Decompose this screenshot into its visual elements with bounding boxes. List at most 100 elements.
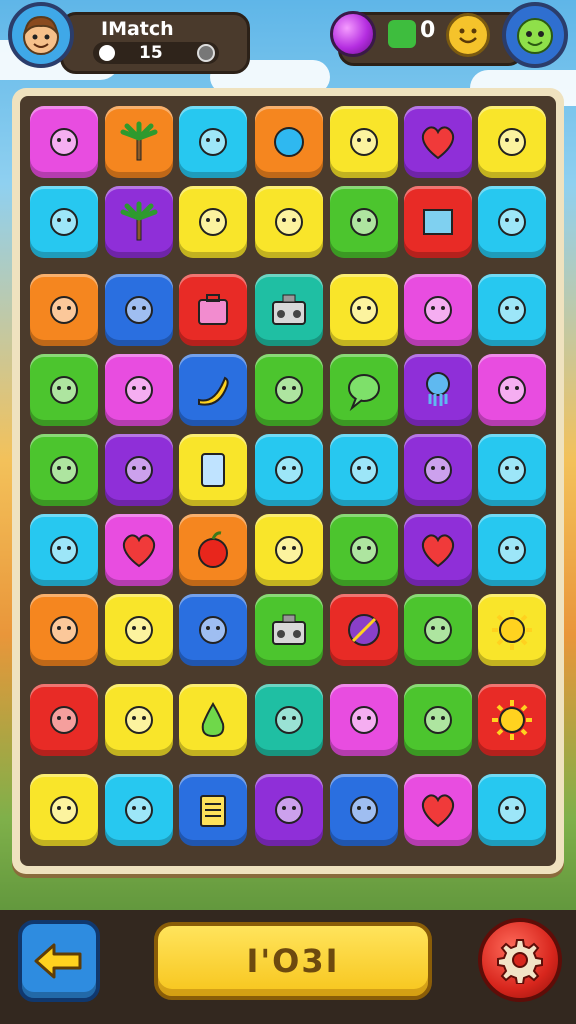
tile[interactable]	[30, 274, 98, 346]
tile[interactable]	[478, 274, 546, 346]
tile[interactable]	[30, 594, 98, 666]
tile[interactable]	[255, 514, 323, 586]
tile[interactable]	[255, 684, 323, 756]
tile[interactable]	[404, 434, 472, 506]
tile[interactable]	[179, 186, 247, 258]
explorer-icon	[125, 616, 153, 644]
bandage-icon	[350, 706, 378, 734]
tile[interactable]	[30, 186, 98, 258]
tile[interactable]	[105, 594, 173, 666]
tile[interactable]	[105, 684, 173, 756]
opponent-avatar[interactable]	[502, 2, 568, 68]
tile[interactable]	[105, 774, 173, 846]
tile[interactable]	[330, 354, 398, 426]
radio-icon	[272, 614, 306, 645]
tile[interactable]	[404, 354, 472, 426]
heart-icon	[421, 534, 455, 568]
tile[interactable]	[330, 434, 398, 506]
tile[interactable]	[179, 514, 247, 586]
box-icon	[198, 294, 228, 325]
ball-icon	[348, 614, 380, 646]
player-avatar[interactable]	[8, 2, 74, 68]
sprout-icon	[350, 128, 378, 156]
tile[interactable]	[105, 354, 173, 426]
wand-icon	[350, 536, 378, 564]
arrow-left-icon	[34, 943, 82, 979]
tile[interactable]	[255, 594, 323, 666]
settings-button[interactable]	[478, 918, 562, 1002]
splat-icon	[50, 296, 78, 324]
player-name: IMatch	[101, 18, 174, 40]
tile[interactable]	[330, 106, 398, 178]
tile[interactable]	[404, 106, 472, 178]
tile[interactable]	[255, 106, 323, 178]
back-button[interactable]	[18, 920, 100, 1002]
tile[interactable]	[30, 106, 98, 178]
brush-icon	[50, 536, 78, 564]
tile[interactable]	[478, 514, 546, 586]
alien-face-icon	[517, 18, 553, 54]
tile[interactable]	[105, 186, 173, 258]
parachute-icon	[275, 208, 303, 236]
tile[interactable]	[30, 774, 98, 846]
tile[interactable]	[478, 354, 546, 426]
player-panel: IMatch 15	[60, 12, 250, 74]
tile[interactable]	[30, 514, 98, 586]
gear-flower-icon	[498, 796, 526, 824]
tile[interactable]	[404, 514, 472, 586]
pear-icon	[201, 702, 225, 738]
dolphin-icon	[275, 456, 303, 484]
tile[interactable]	[255, 274, 323, 346]
game-board	[12, 88, 564, 874]
tile[interactable]	[330, 514, 398, 586]
tile[interactable]	[404, 594, 472, 666]
tile[interactable]	[255, 354, 323, 426]
tile[interactable]	[179, 684, 247, 756]
tile[interactable]	[179, 354, 247, 426]
tile[interactable]	[478, 106, 546, 178]
tile[interactable]	[105, 434, 173, 506]
tile[interactable]	[255, 774, 323, 846]
picture-icon	[125, 376, 153, 404]
play-button[interactable]: I'O3I	[154, 922, 432, 1000]
tile[interactable]	[404, 274, 472, 346]
tile[interactable]	[478, 594, 546, 666]
tile[interactable]	[330, 274, 398, 346]
tile[interactable]	[478, 434, 546, 506]
tile[interactable]	[30, 684, 98, 756]
heart-icon	[421, 794, 455, 828]
tile[interactable]	[179, 434, 247, 506]
tile[interactable]	[404, 774, 472, 846]
carrot-icon	[350, 208, 378, 236]
tile[interactable]	[179, 274, 247, 346]
top-bar: IMatch 15 0	[0, 0, 576, 80]
marker-icon	[275, 796, 303, 824]
tile[interactable]	[255, 186, 323, 258]
tile[interactable]	[255, 434, 323, 506]
tile[interactable]	[330, 684, 398, 756]
tile[interactable]	[105, 274, 173, 346]
tile[interactable]	[404, 684, 472, 756]
radio-icon	[272, 294, 306, 325]
tile[interactable]	[30, 434, 98, 506]
tile[interactable]	[179, 594, 247, 666]
star-shard-icon	[50, 616, 78, 644]
tile[interactable]	[105, 514, 173, 586]
tile[interactable]	[179, 106, 247, 178]
tile[interactable]	[179, 774, 247, 846]
sun-face-icon	[492, 700, 532, 740]
tile[interactable]	[404, 186, 472, 258]
smiley-icon[interactable]	[446, 13, 490, 57]
tile[interactable]	[330, 774, 398, 846]
note-icon	[424, 456, 452, 484]
tile[interactable]	[30, 354, 98, 426]
gem-icon[interactable]	[330, 11, 376, 57]
octopus-icon	[426, 372, 450, 406]
tile[interactable]	[105, 106, 173, 178]
tile[interactable]	[478, 774, 546, 846]
tile[interactable]	[478, 186, 546, 258]
tile[interactable]	[330, 186, 398, 258]
tile[interactable]	[330, 594, 398, 666]
tile[interactable]	[478, 684, 546, 756]
add-score-button[interactable]	[197, 44, 215, 62]
